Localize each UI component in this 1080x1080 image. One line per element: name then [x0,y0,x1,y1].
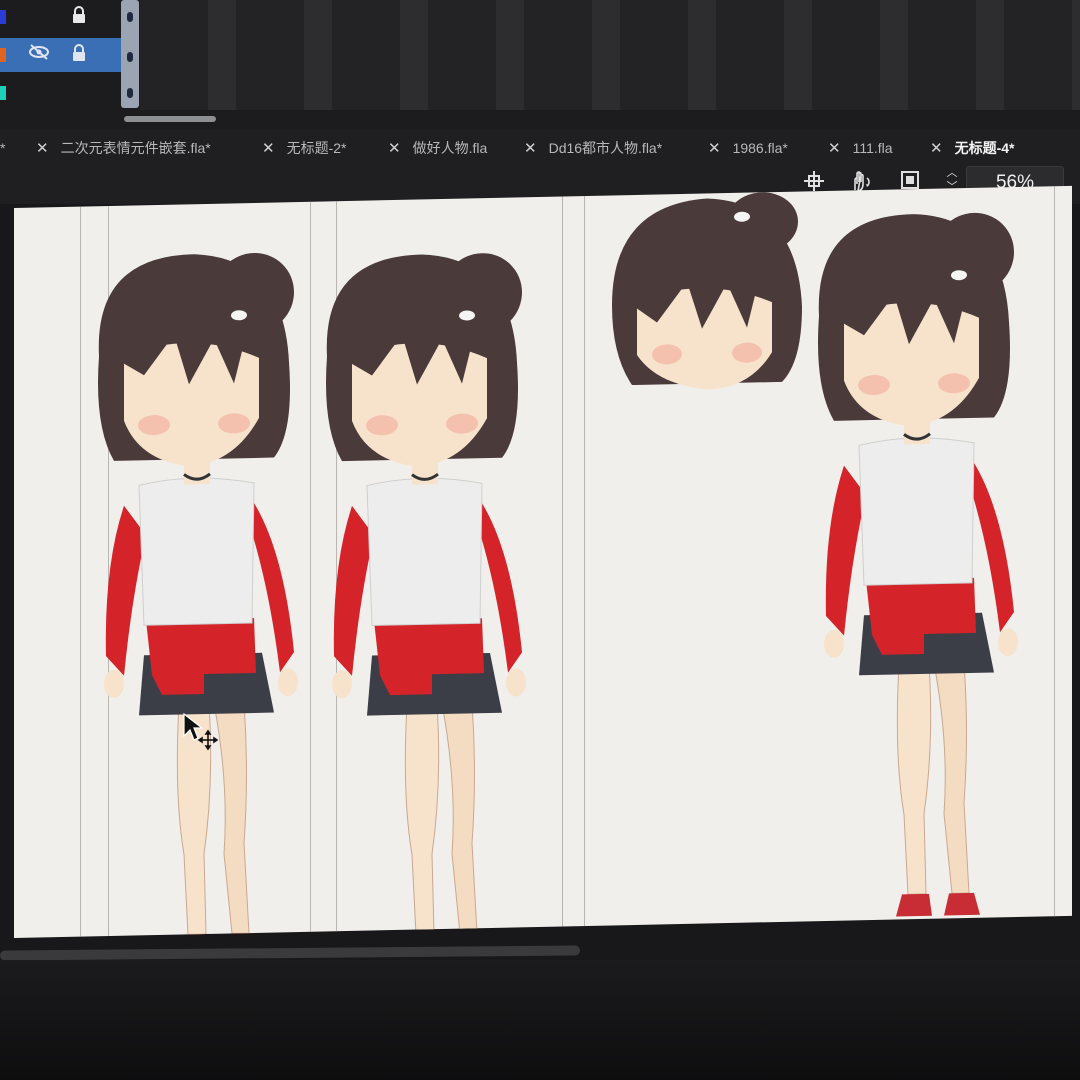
tab-4[interactable]: ✕ Dd16都市人物.fla* [524,136,662,160]
close-icon[interactable]: ✕ [524,140,537,157]
close-icon[interactable]: ✕ [708,140,721,157]
layer-color-swatch [0,48,6,62]
character-figure-2[interactable] [324,250,528,938]
layer-color-swatch [0,86,6,100]
tab-1[interactable]: ✕ 二次元表情元件嵌套.fla* [36,136,211,160]
tab-3[interactable]: ✕ 做好人物.fla [388,136,487,160]
timeline-frames[interactable] [140,0,1080,110]
lock-icon[interactable] [68,44,90,66]
scroll-marker [127,52,133,62]
close-icon[interactable]: ✕ [828,140,841,157]
scroll-marker [127,12,133,22]
close-icon[interactable]: ✕ [930,140,943,157]
layer-panel [0,0,140,110]
close-icon[interactable]: ✕ [262,140,275,157]
layer-row-3[interactable] [0,76,122,110]
scroll-marker [127,88,133,98]
tab-0[interactable]: * [0,136,5,160]
layer-color-swatch [0,10,6,24]
character-head[interactable] [612,191,802,392]
close-icon[interactable]: ✕ [388,140,401,157]
lock-icon[interactable] [68,6,90,28]
tab-6[interactable]: ✕ 111.fla [828,136,893,160]
character-figure-1[interactable] [96,250,300,938]
tab-7[interactable]: ✕ 无标题-4* [930,136,1014,160]
move-cursor-icon [182,712,219,752]
tab-2[interactable]: ✕ 无标题-2* [262,136,346,160]
document-tab-bar: * ✕ 二次元表情元件嵌套.fla* ✕ 无标题-2* ✕ 做好人物.fla ✕ Dd1… [0,130,1080,165]
eye-hidden-icon[interactable] [28,44,50,66]
close-icon[interactable]: ✕ [36,140,49,157]
monitor-bezel [0,960,1080,1080]
timeline-horizontal-scrollbar[interactable] [124,116,216,122]
stage-canvas[interactable] [14,185,1072,938]
character-figure-3[interactable] [816,210,1020,920]
stage-artwork [96,191,1020,938]
layer-scrollbar[interactable] [121,0,139,108]
layer-row-2[interactable] [0,38,122,72]
layer-row-1[interactable] [0,0,122,34]
tab-5[interactable]: ✕ 1986.fla* [708,136,788,160]
